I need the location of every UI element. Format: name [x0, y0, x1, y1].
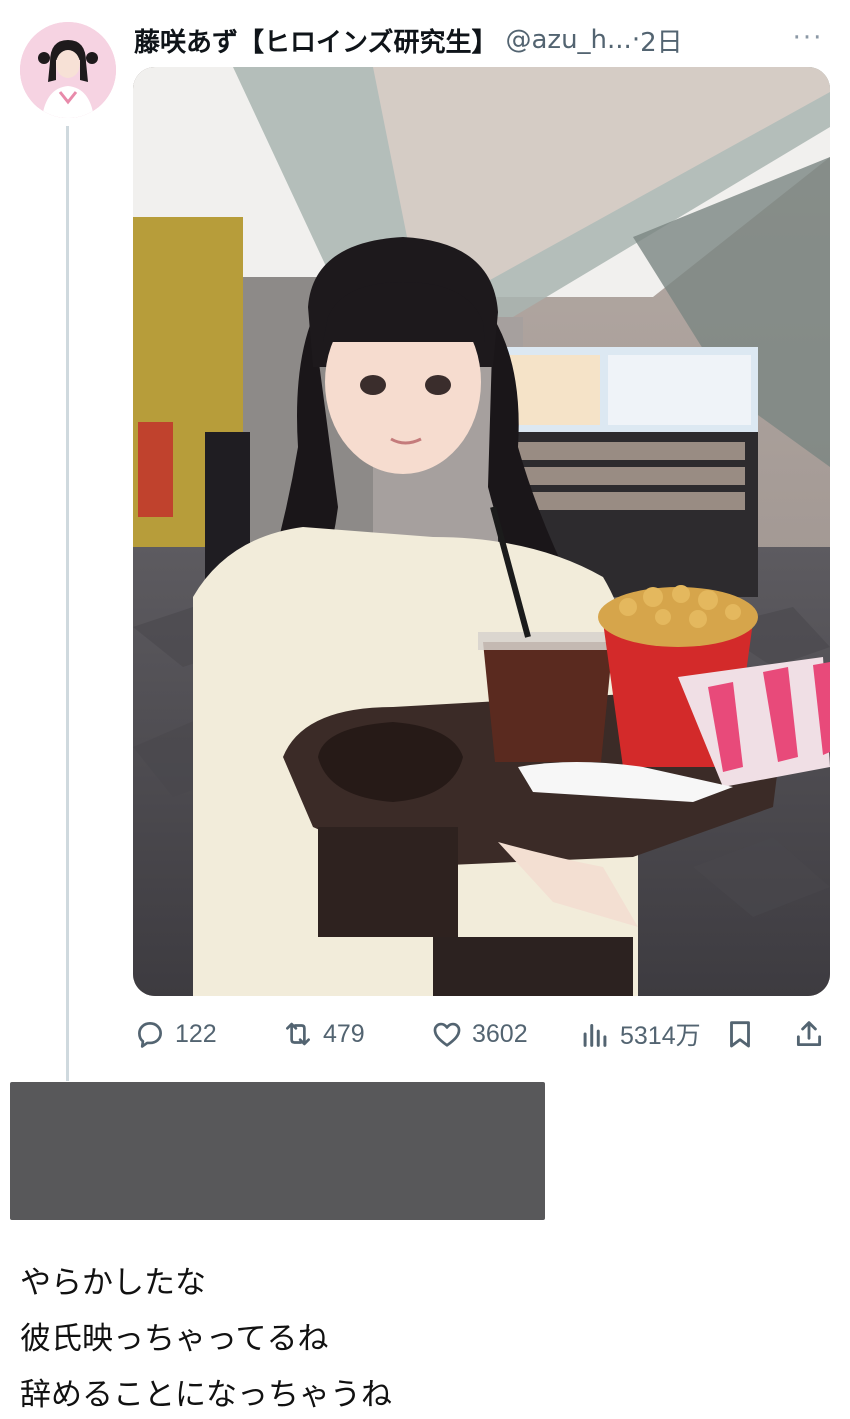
display-name[interactable]: 藤咲あず【ヒロインズ研究生】: [134, 22, 497, 59]
reply-button[interactable]: 122: [133, 1008, 217, 1060]
redacted-overlay: [10, 1082, 545, 1220]
reply-count: 122: [175, 1019, 217, 1048]
photo-image: [133, 67, 830, 996]
handle[interactable]: @azu_h...: [505, 25, 631, 55]
post-photo[interactable]: [133, 67, 830, 996]
like-count: 3602: [472, 1019, 528, 1048]
separator: ·: [631, 25, 641, 55]
comment-line: 彼氏映っちゃってるね: [20, 1321, 329, 1357]
action-bar: 122 479 3602 5314万: [133, 1008, 830, 1060]
ellipsis-icon: ···: [792, 23, 824, 53]
comment-line: やらかしたな: [20, 1265, 206, 1301]
views-count: 5314万: [620, 1022, 701, 1050]
retweet-button[interactable]: 479: [281, 1008, 365, 1060]
retweet-arrows-icon: [286, 1022, 310, 1046]
avatar[interactable]: [20, 22, 116, 118]
more-button[interactable]: ···: [786, 20, 830, 56]
bookmark-button[interactable]: [723, 1008, 757, 1060]
thread-line: [66, 126, 69, 1081]
speech-bubble-icon: [138, 1022, 162, 1048]
timestamp[interactable]: 2日: [640, 22, 683, 59]
views-button[interactable]: 5314万: [578, 1008, 701, 1060]
share-button[interactable]: [792, 1008, 826, 1060]
post-header: 藤咲あず【ヒロインズ研究生】 @azu_h... · 2日: [134, 20, 834, 60]
heart-icon: [433, 1022, 461, 1047]
like-button[interactable]: 3602: [430, 1008, 528, 1060]
comment-text: やらかしたな 彼氏映っちゃってるね 辞めることになっちゃうね: [20, 1255, 820, 1419]
bookmark-icon: [730, 1021, 750, 1048]
comment-line: 辞めることになっちゃうね: [20, 1377, 392, 1413]
bar-chart-icon: [583, 1024, 607, 1047]
retweet-count: 479: [323, 1019, 365, 1048]
share-upload-icon: [796, 1021, 822, 1047]
avatar-image: [20, 22, 116, 118]
